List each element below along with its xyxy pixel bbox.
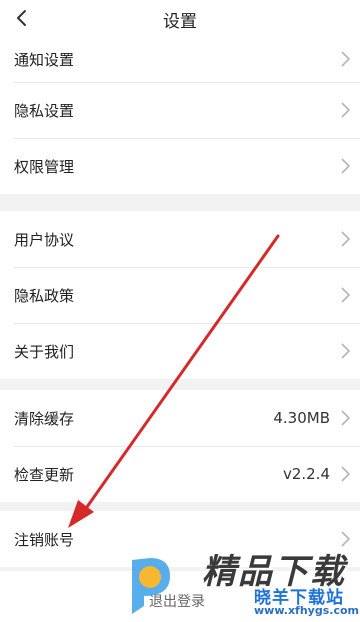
chevron-right-icon — [341, 531, 351, 547]
back-button[interactable] — [8, 4, 36, 32]
about-us-row[interactable]: 关于我们 — [0, 323, 360, 379]
row-label: 权限管理 — [14, 157, 75, 176]
privacy-settings-row[interactable]: 隐私设置 — [0, 82, 360, 138]
row-label: 用户协议 — [14, 230, 75, 249]
check-update-row[interactable]: 检查更新 v2.2.4 — [0, 446, 360, 502]
row-label: 通知设置 — [14, 50, 75, 69]
version-value: v2.2.4 — [282, 465, 330, 483]
permission-management-row[interactable]: 权限管理 — [0, 138, 360, 194]
privacy-policy-row[interactable]: 隐私政策 — [0, 267, 360, 323]
top-bar: 设置 — [0, 0, 360, 36]
settings-group-4: 注销账号 — [0, 511, 360, 567]
chevron-right-icon — [341, 158, 351, 174]
chevron-left-icon — [17, 10, 26, 26]
clear-cache-row[interactable]: 清除缓存 4.30MB — [0, 390, 360, 446]
chevron-right-icon — [341, 51, 351, 67]
chevron-right-icon — [341, 287, 351, 303]
delete-account-row[interactable]: 注销账号 — [0, 511, 360, 567]
row-label: 注销账号 — [14, 530, 75, 549]
row-label: 关于我们 — [14, 342, 75, 361]
row-label: 隐私政策 — [14, 286, 75, 305]
page-title: 设置 — [163, 12, 197, 32]
logout-label: 退出登录 — [149, 594, 205, 610]
logout-button[interactable]: 退出登录 — [0, 571, 360, 622]
settings-group-1: 通知设置 隐私设置 权限管理 — [0, 36, 360, 194]
chevron-right-icon — [341, 466, 351, 482]
chevron-right-icon — [341, 343, 351, 359]
notification-settings-row[interactable]: 通知设置 — [0, 36, 360, 82]
chevron-right-icon — [341, 231, 351, 247]
user-agreement-row[interactable]: 用户协议 — [0, 211, 360, 267]
row-label: 清除缓存 — [14, 409, 75, 428]
chevron-right-icon — [341, 102, 351, 118]
row-label: 检查更新 — [14, 465, 75, 484]
row-label: 隐私设置 — [14, 101, 75, 120]
cache-size-value: 4.30MB — [273, 409, 330, 427]
chevron-right-icon — [341, 410, 351, 426]
settings-group-2: 用户协议 隐私政策 关于我们 — [0, 211, 360, 379]
settings-group-3: 清除缓存 4.30MB 检查更新 v2.2.4 — [0, 390, 360, 502]
